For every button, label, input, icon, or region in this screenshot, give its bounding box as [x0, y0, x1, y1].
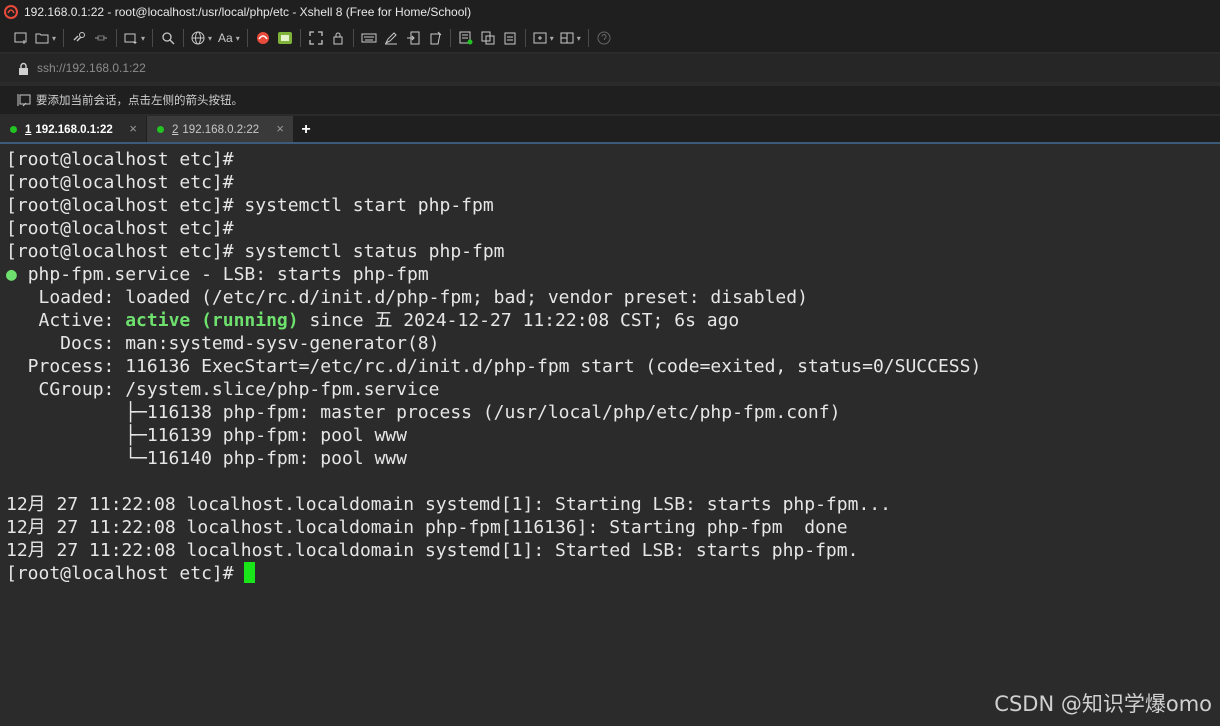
font-icon[interactable]: Aa ▾ [215, 27, 243, 49]
active-line: Active: active (running) since 五 2024-12… [6, 309, 740, 332]
transfer-icon[interactable] [402, 27, 424, 49]
connected-status-icon [157, 126, 164, 133]
xshell-app-icon [4, 5, 18, 19]
add-session-arrow-icon[interactable] [17, 93, 31, 107]
help-icon[interactable] [593, 27, 615, 49]
tab-number: 1 [25, 123, 32, 136]
new-tab-icon[interactable]: ▾ [530, 27, 557, 49]
terminal-line: [root@localhost etc]# [6, 172, 234, 193]
tab-session-1[interactable]: 1 192.168.0.1:22 × [0, 116, 146, 143]
cgroup-child-line: ├─116138 php-fpm: master process (/usr/l… [6, 402, 841, 423]
cgroup-line: CGroup: /system.slice/php-fpm.service [6, 379, 440, 400]
new-window-icon[interactable]: ▾ [121, 27, 148, 49]
xshell-logo-icon[interactable] [252, 27, 274, 49]
service-name: php-fpm.service - LSB: starts php-fpm [27, 264, 429, 285]
window-title: 192.168.0.1:22 - root@localhost:/usr/loc… [24, 5, 472, 19]
log-line: 12月 27 11:22:08 localhost.localdomain ph… [6, 517, 848, 538]
terminal-cursor [244, 562, 256, 583]
connected-status-icon [10, 126, 17, 133]
keyboard-icon[interactable] [358, 27, 380, 49]
prompt: [root@localhost etc]# [6, 563, 245, 584]
search-icon[interactable] [157, 27, 179, 49]
font-label: Aa [218, 31, 233, 45]
lock-icon [18, 62, 29, 75]
hint-text: 要添加当前会话，点击左侧的箭头按钮。 [36, 95, 243, 107]
tab-session-2[interactable]: 2 192.168.0.2:22 × [147, 116, 293, 143]
log-line: 12月 27 11:22:08 localhost.localdomain sy… [6, 494, 891, 515]
tab-divider [0, 142, 1220, 144]
close-tab-icon[interactable]: × [276, 121, 284, 136]
cgroup-child-line: └─116140 php-fpm: pool www [6, 448, 407, 469]
log-icon[interactable] [455, 27, 477, 49]
log-line: 12月 27 11:22:08 localhost.localdomain sy… [6, 540, 859, 561]
active-label: Active: [6, 310, 126, 331]
prompt-line[interactable]: [root@localhost etc]# [6, 562, 256, 585]
connect-icon[interactable] [68, 27, 90, 49]
add-tab-icon[interactable]: + [293, 116, 319, 143]
service-status-line: ● php-fpm.service - LSB: starts php-fpm [6, 263, 429, 286]
terminal[interactable]: [root@localhost etc]# [root@localhost et… [0, 148, 1220, 726]
lock-icon[interactable] [327, 27, 349, 49]
tab-number: 2 [172, 123, 179, 136]
process-line: Process: 116136 ExecStart=/etc/rc.d/init… [6, 356, 982, 377]
terminal-line: [root@localhost etc]# [6, 218, 234, 239]
open-folder-icon[interactable]: ▾ [32, 27, 59, 49]
fullscreen-icon[interactable] [305, 27, 327, 49]
paste-icon[interactable] [499, 27, 521, 49]
active-since: since 五 2024-12-27 11:22:08 CST; 6s ago [298, 310, 740, 331]
globe-icon[interactable]: ▾ [188, 27, 215, 49]
session-hint-bar: 要添加当前会话，点击左侧的箭头按钮。 [0, 86, 1220, 114]
loaded-line: Loaded: loaded (/etc/rc.d/init.d/php-fpm… [6, 287, 808, 308]
toolbar: ▾ ▾ ▾ Aa ▾ ▾ ▾ [0, 24, 1220, 52]
disconnect-icon[interactable] [90, 27, 112, 49]
status-bullet-icon: ● [6, 264, 17, 285]
address-input[interactable]: ssh://192.168.0.1:22 [37, 61, 146, 75]
xftp-icon[interactable] [274, 27, 296, 49]
watermark: CSDN @知识学爆omo [994, 692, 1212, 716]
cgroup-child-line: ├─116139 php-fpm: pool www [6, 425, 407, 446]
close-tab-icon[interactable]: × [129, 121, 137, 136]
tab-label: 192.168.0.1:22 [35, 123, 113, 136]
tab-bar: 1 192.168.0.1:22 × 2 192.168.0.2:22 × + [0, 116, 1220, 143]
layout-icon[interactable]: ▾ [557, 27, 584, 49]
active-state: active (running) [125, 310, 299, 331]
new-session-icon[interactable] [10, 27, 32, 49]
script-icon[interactable] [424, 27, 446, 49]
address-bar[interactable]: ssh://192.168.0.1:22 [0, 54, 1220, 82]
terminal-line: [root@localhost etc]# [6, 149, 234, 170]
copy-icon[interactable] [477, 27, 499, 49]
docs-line: Docs: man:systemd-sysv-generator(8) [6, 333, 440, 354]
terminal-line: [root@localhost etc]# systemctl status p… [6, 241, 505, 262]
title-bar: 192.168.0.1:22 - root@localhost:/usr/loc… [0, 0, 1220, 24]
tab-label: 192.168.0.2:22 [182, 123, 260, 136]
terminal-line: [root@localhost etc]# systemctl start ph… [6, 195, 494, 216]
compose-icon[interactable] [380, 27, 402, 49]
